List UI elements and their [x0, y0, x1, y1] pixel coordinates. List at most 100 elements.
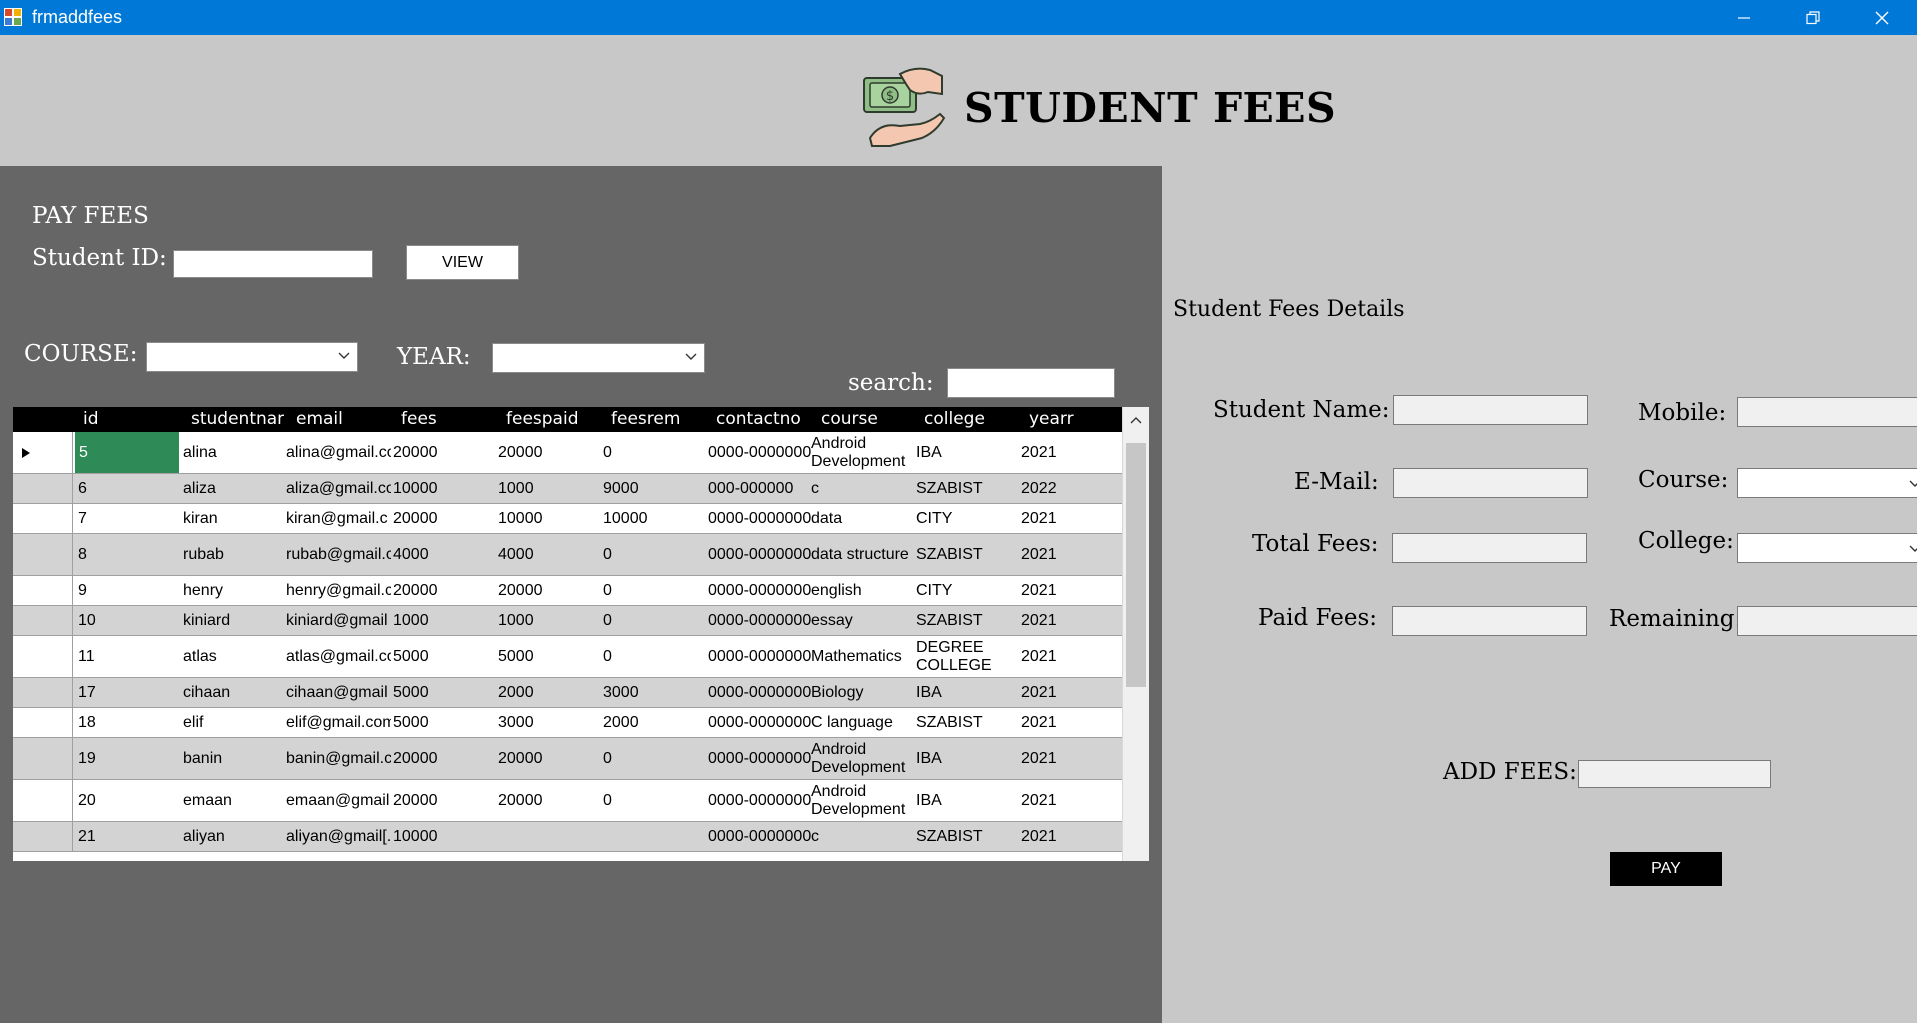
cell-fees[interactable]: 10000 [393, 474, 498, 503]
cell-studentnan[interactable]: rubab [183, 534, 288, 575]
close-button[interactable] [1847, 0, 1917, 35]
cell-email[interactable]: cihaan@gmail [286, 678, 391, 707]
cell-yearr[interactable]: 2022 [1021, 474, 1124, 503]
cell-studentnan[interactable]: emaan [183, 780, 288, 821]
cell-id[interactable]: 21 [78, 822, 183, 851]
cell-yearr[interactable]: 2021 [1021, 738, 1124, 779]
table-row[interactable]: 8 rubab rubab@gmail.c 4000 4000 0 0000-0000000… [13, 534, 1122, 576]
cell-college[interactable]: IBA [916, 432, 1021, 473]
cell-fees[interactable]: 5000 [393, 708, 498, 737]
college-combo[interactable] [1737, 533, 1917, 563]
cell-studentnan[interactable]: atlas [183, 636, 288, 677]
cell-yearr[interactable]: 2021 [1021, 780, 1124, 821]
cell-feesrem[interactable]: 0 [603, 432, 708, 473]
cell-college[interactable]: SZABIST [916, 708, 1021, 737]
cell-id[interactable]: 17 [78, 678, 183, 707]
cell-id[interactable]: 19 [78, 738, 183, 779]
cell-yearr[interactable]: 2021 [1021, 576, 1124, 605]
cell-feesrem[interactable]: 9000 [603, 474, 708, 503]
cell-studentnan[interactable]: aliyan [183, 822, 288, 851]
cell-college[interactable]: IBA [916, 780, 1021, 821]
cell-yearr[interactable]: 2021 [1021, 708, 1124, 737]
table-row[interactable]: 7 kiran kiran@gmail.c 20000 10000 10000 0000-0… [13, 504, 1122, 534]
cell-feespaid[interactable]: 1000 [498, 474, 603, 503]
row-header[interactable] [13, 606, 73, 635]
cell-course[interactable]: Mathematics [811, 636, 914, 677]
cell-yearr[interactable]: 2021 [1021, 534, 1124, 575]
cell-email[interactable]: banin@gmail.c [286, 738, 391, 779]
cell-contactno[interactable]: 0000-0000000 [708, 432, 813, 473]
search-input[interactable] [947, 368, 1115, 398]
course-combo[interactable] [1737, 468, 1917, 498]
table-row[interactable]: 10 kiniard kiniard@gmail 1000 1000 0 0000-0000… [13, 606, 1122, 636]
cell-feesrem[interactable]: 0 [603, 636, 708, 677]
cell-email[interactable]: aliyan@gmail[. [286, 822, 391, 851]
cell-college[interactable]: SZABIST [916, 606, 1021, 635]
cell-email[interactable]: aliza@gmail.co [286, 474, 391, 503]
cell-course[interactable]: c [811, 474, 914, 503]
cell-feespaid[interactable]: 20000 [498, 576, 603, 605]
fees-data-grid[interactable]: id studentnan email fees feespaid feesrem cont… [13, 407, 1149, 861]
column-header-studentnan[interactable]: studentnan [191, 409, 284, 429]
cell-fees[interactable]: 20000 [393, 780, 498, 821]
row-header[interactable] [13, 474, 73, 503]
cell-feesrem[interactable]: 0 [603, 738, 708, 779]
cell-fees[interactable]: 20000 [393, 432, 498, 473]
cell-email[interactable]: kiran@gmail.c [286, 504, 391, 533]
cell-feespaid[interactable]: 20000 [498, 432, 603, 473]
cell-contactno[interactable]: 0000-0000000 [708, 822, 813, 851]
row-header[interactable] [13, 576, 73, 605]
column-header-feespaid[interactable]: feespaid [506, 409, 599, 429]
cell-feesrem[interactable]: 3000 [603, 678, 708, 707]
cell-fees[interactable]: 20000 [393, 504, 498, 533]
column-header-course[interactable]: course [821, 409, 912, 429]
email-input[interactable] [1393, 468, 1588, 498]
cell-id[interactable]: 11 [78, 636, 183, 677]
pay-button[interactable]: PAY [1610, 852, 1722, 886]
cell-college[interactable]: SZABIST [916, 534, 1021, 575]
cell-fees[interactable]: 1000 [393, 606, 498, 635]
cell-contactno[interactable]: 0000-0000000 [708, 576, 813, 605]
cell-contactno[interactable]: 0000-0000000 [708, 678, 813, 707]
cell-id[interactable]: 8 [78, 534, 183, 575]
cell-course[interactable]: c [811, 822, 914, 851]
table-row[interactable]: 19 banin banin@gmail.c 20000 20000 0 0000-0000… [13, 738, 1122, 780]
cell-feespaid[interactable]: 20000 [498, 738, 603, 779]
student-id-input[interactable] [173, 250, 373, 278]
cell-course[interactable]: english [811, 576, 914, 605]
cell-id[interactable]: 20 [78, 780, 183, 821]
vertical-scrollbar[interactable] [1122, 407, 1149, 861]
cell-fees[interactable]: 20000 [393, 738, 498, 779]
cell-college[interactable]: SZABIST [916, 822, 1021, 851]
cell-studentnan[interactable]: alina [183, 432, 288, 473]
cell-contactno[interactable]: 0000-0000000 [708, 534, 813, 575]
cell-contactno[interactable]: 0000-0000000 [708, 504, 813, 533]
cell-email[interactable]: henry@gmail.c [286, 576, 391, 605]
cell-college[interactable]: CITY [916, 504, 1021, 533]
cell-contactno[interactable]: 0000-0000000 [708, 606, 813, 635]
cell-studentnan[interactable]: elif [183, 708, 288, 737]
cell-studentnan[interactable]: cihaan [183, 678, 288, 707]
cell-feespaid[interactable]: 4000 [498, 534, 603, 575]
row-header[interactable] [13, 738, 73, 779]
cell-college[interactable]: SZABIST [916, 474, 1021, 503]
remaining-input[interactable] [1737, 606, 1917, 636]
add-fees-input[interactable] [1578, 760, 1771, 788]
cell-feespaid[interactable]: 20000 [498, 780, 603, 821]
row-header[interactable] [13, 432, 73, 473]
cell-course[interactable]: C language [811, 708, 914, 737]
cell-email[interactable]: emaan@gmail [286, 780, 391, 821]
table-row[interactable]: 9 henry henry@gmail.c 20000 20000 0 0000-00000… [13, 576, 1122, 606]
cell-email[interactable]: rubab@gmail.c [286, 534, 391, 575]
table-row[interactable]: 17 cihaan cihaan@gmail 5000 2000 3000 0000-000… [13, 678, 1122, 708]
row-header[interactable] [13, 534, 73, 575]
cell-feespaid[interactable]: 5000 [498, 636, 603, 677]
cell-feesrem[interactable]: 0 [603, 780, 708, 821]
cell-course[interactable]: Biology [811, 678, 914, 707]
cell-email[interactable]: alina@gmail.co [286, 432, 391, 473]
column-header-id[interactable]: id [83, 409, 176, 429]
cell-course[interactable]: data structure [811, 534, 914, 575]
row-header[interactable] [13, 504, 73, 533]
cell-feesrem[interactable]: 10000 [603, 504, 708, 533]
cell-college[interactable]: IBA [916, 738, 1021, 779]
